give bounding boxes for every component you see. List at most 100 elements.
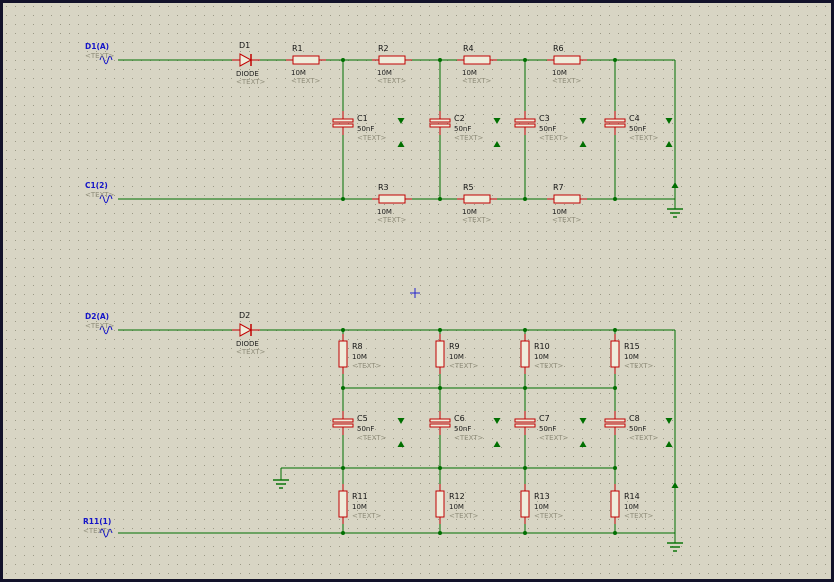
resistor-value: 10M xyxy=(552,69,567,77)
resistor-value: 10M xyxy=(552,208,567,216)
resistor-text-placeholder: <TEXT> xyxy=(462,77,492,85)
capacitor-value: 50nF xyxy=(454,425,471,433)
resistor-ref: R12 xyxy=(449,492,465,501)
resistor-ref: R14 xyxy=(624,492,640,501)
resistor-body-icon xyxy=(610,490,620,518)
resistor-ref: R2 xyxy=(378,44,389,53)
terminal-label: D2(A) xyxy=(85,312,109,321)
resistor-ref: R7 xyxy=(553,183,564,192)
resistor-value: 10M xyxy=(449,353,464,361)
resistor-text-placeholder: <TEXT> xyxy=(534,362,564,370)
resistor-ref: R10 xyxy=(534,342,550,351)
resistor-text-placeholder: <TEXT> xyxy=(624,362,654,370)
capacitor-value: 50nF xyxy=(629,425,646,433)
schematic-canvas[interactable]: D1 DIODE <TEXT> D2 DIODE <TEXT> R1 10M <TEXT> R2 1… xyxy=(0,0,834,582)
resistor-ref: R11 xyxy=(352,492,368,501)
capacitor-plate-icon xyxy=(332,423,354,428)
resistor-text-placeholder: <TEXT> xyxy=(462,216,492,224)
resistor-value: 10M xyxy=(624,353,639,361)
capacitor-plate-icon xyxy=(514,123,536,128)
junction-dot xyxy=(341,58,345,62)
resistor-body-icon xyxy=(435,340,445,368)
generator-terminal-R111[interactable]: R11(1)<TEXT> xyxy=(83,517,113,538)
resistor-body-icon xyxy=(520,340,530,368)
resistor-value: 10M xyxy=(352,353,367,361)
resistor-value: 10M xyxy=(534,353,549,361)
resistor-text-placeholder: <TEXT> xyxy=(552,77,582,85)
junction-dot xyxy=(523,328,527,332)
terminal-text-placeholder: <TEXT> xyxy=(85,322,115,330)
junction-dot xyxy=(613,386,617,390)
junction-dot xyxy=(523,386,527,390)
resistor-text-placeholder: <TEXT> xyxy=(352,512,382,520)
diode-value: DIODE xyxy=(236,340,259,348)
resistor-body-icon xyxy=(610,340,620,368)
resistor-text-placeholder: <TEXT> xyxy=(624,512,654,520)
resistor-body-icon xyxy=(338,340,348,368)
resistor-text-placeholder: <TEXT> xyxy=(291,77,321,85)
resistor-body-icon xyxy=(553,194,581,204)
resistor-value: 10M xyxy=(377,69,392,77)
junction-dot xyxy=(438,531,442,535)
capacitor-text-placeholder: <TEXT> xyxy=(629,434,659,442)
resistor-body-icon xyxy=(553,55,581,65)
resistor-text-placeholder: <TEXT> xyxy=(449,362,479,370)
capacitor-text-placeholder: <TEXT> xyxy=(629,134,659,142)
junction-dot xyxy=(523,58,527,62)
junction-dot xyxy=(341,197,345,201)
capacitor-value: 50nF xyxy=(357,125,374,133)
capacitor-plate-icon xyxy=(514,423,536,428)
junction-dot xyxy=(523,531,527,535)
resistor-value: 10M xyxy=(462,208,477,216)
capacitor-text-placeholder: <TEXT> xyxy=(454,434,484,442)
resistor-ref: R15 xyxy=(624,342,640,351)
junction-dot xyxy=(341,328,345,332)
capacitor-ref: C5 xyxy=(357,414,368,423)
resistor-value: 10M xyxy=(534,503,549,511)
capacitor-ref: C7 xyxy=(539,414,550,423)
capacitor-text-placeholder: <TEXT> xyxy=(454,134,484,142)
junction-dot xyxy=(438,466,442,470)
junction-dot xyxy=(613,328,617,332)
terminal-label: R11(1) xyxy=(83,517,111,526)
capacitor-plate-icon xyxy=(604,418,626,423)
terminal-label: D1(A) xyxy=(85,42,109,51)
capacitor-value: 50nF xyxy=(357,425,374,433)
capacitor-plate-icon xyxy=(332,418,354,423)
resistor-body-icon xyxy=(338,490,348,518)
resistor-body-icon xyxy=(378,55,406,65)
resistor-ref: R5 xyxy=(463,183,474,192)
capacitor-plate-icon xyxy=(332,118,354,123)
diode-text-placeholder: <TEXT> xyxy=(236,78,266,86)
junction-dot xyxy=(613,197,617,201)
resistor-ref: R1 xyxy=(292,44,303,53)
capacitor-text-placeholder: <TEXT> xyxy=(539,434,569,442)
resistor-text-placeholder: <TEXT> xyxy=(449,512,479,520)
capacitor-plate-icon xyxy=(429,423,451,428)
resistor-body-icon xyxy=(520,490,530,518)
schematic-svg[interactable]: D1DIODE<TEXT>D2DIODE<TEXT>R110M<TEXT>R21… xyxy=(3,3,831,579)
junction-dot xyxy=(438,328,442,332)
resistor-body-icon xyxy=(292,55,320,65)
resistor-body-icon xyxy=(435,490,445,518)
resistor-text-placeholder: <TEXT> xyxy=(534,512,564,520)
capacitor-ref: C2 xyxy=(454,114,465,123)
capacitor-value: 50nF xyxy=(629,125,646,133)
capacitor-ref: C4 xyxy=(629,114,640,123)
capacitor-plate-icon xyxy=(604,118,626,123)
junction-dot xyxy=(341,466,345,470)
resistor-value: 10M xyxy=(449,503,464,511)
capacitor-plate-icon xyxy=(514,418,536,423)
resistor-ref: R6 xyxy=(553,44,564,53)
terminal-text-placeholder: <TEXT> xyxy=(85,191,115,199)
resistor-ref: R8 xyxy=(352,342,363,351)
resistor-text-placeholder: <TEXT> xyxy=(377,216,407,224)
capacitor-plate-icon xyxy=(604,423,626,428)
diode-ref: D2 xyxy=(239,311,250,320)
diode-ref: D1 xyxy=(239,41,250,50)
capacitor-plate-icon xyxy=(604,123,626,128)
diode-text-placeholder: <TEXT> xyxy=(236,348,266,356)
capacitor-text-placeholder: <TEXT> xyxy=(539,134,569,142)
capacitor-plate-icon xyxy=(429,123,451,128)
junction-dot xyxy=(341,386,345,390)
